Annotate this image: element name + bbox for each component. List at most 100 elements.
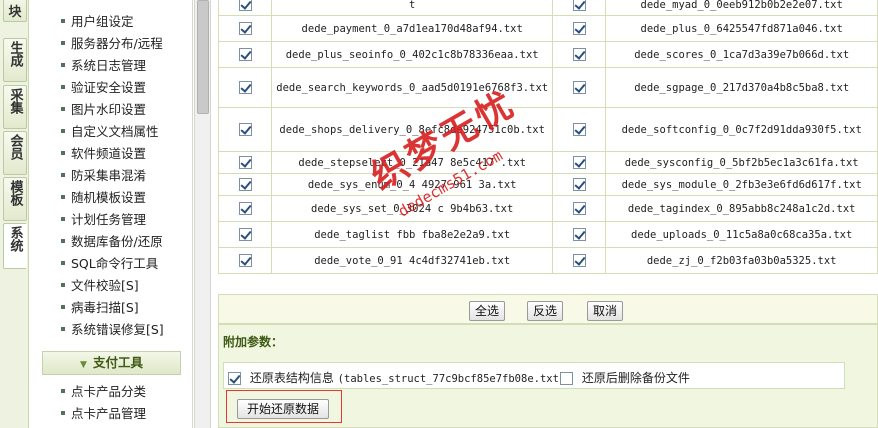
additional-params-title: 附加参数： bbox=[223, 335, 284, 349]
restore-struct-checkbox[interactable] bbox=[228, 372, 241, 385]
checkbox-cell bbox=[552, 107, 607, 152]
checkbox-cell bbox=[217, 67, 273, 108]
tab-generate-label: 生成 bbox=[7, 41, 23, 67]
checkbox-cell bbox=[217, 247, 273, 274]
menu-item-sql-tool[interactable]: SQL命令行工具 bbox=[61, 254, 158, 274]
bullet-icon bbox=[61, 62, 65, 67]
select-all-button[interactable]: 全选 bbox=[469, 301, 505, 321]
menu-item-verify-security[interactable]: 验证安全设置 bbox=[61, 78, 146, 98]
menu-item-card-manage[interactable]: 点卡产品管理 bbox=[61, 404, 146, 424]
table-row: dede_plus_seoinfo_0_402c1c8b78336eaa.txt… bbox=[217, 41, 878, 68]
side-menu: 用户组设定 服务器分布/远程 系统日志管理 验证安全设置 图片水印设置 自定义文… bbox=[30, 0, 193, 428]
start-restore-button[interactable]: 开始还原数据 bbox=[237, 399, 329, 419]
bullet-icon bbox=[61, 18, 65, 23]
file-checkbox[interactable] bbox=[238, 48, 252, 61]
file-checkbox[interactable] bbox=[238, 0, 252, 11]
tab-collect[interactable]: 采集 bbox=[3, 85, 27, 129]
menu-item-anti-collect[interactable]: 防采集串混淆 bbox=[61, 166, 146, 186]
file-name-cell: dede_scores_0_1ca7d3a39e7b066d.txt bbox=[605, 41, 878, 68]
additional-params-panel: 附加参数： 还原表结构信息 (tables_struct_77c9bcf85e7… bbox=[218, 324, 878, 428]
bullet-icon bbox=[61, 216, 65, 221]
cancel-selection-button[interactable]: 取消 bbox=[587, 301, 623, 321]
checkbox-cell bbox=[217, 221, 273, 248]
bullet-icon bbox=[61, 194, 65, 199]
tab-template-label: 模板 bbox=[7, 180, 23, 206]
bullet-icon bbox=[61, 40, 65, 45]
file-checkbox[interactable] bbox=[572, 202, 586, 215]
file-checkbox[interactable] bbox=[238, 202, 252, 215]
menu-item-random-template[interactable]: 随机模板设置 bbox=[61, 188, 146, 208]
checkbox-cell bbox=[552, 221, 607, 248]
checkbox-cell bbox=[217, 173, 273, 196]
file-checkbox[interactable] bbox=[572, 228, 586, 241]
file-checkbox[interactable] bbox=[572, 48, 586, 61]
tab-template[interactable]: 模板 bbox=[3, 177, 27, 221]
menu-section-payment-tools[interactable]: ▼ 支付工具 bbox=[42, 351, 181, 375]
tab-member[interactable]: 会员 bbox=[3, 131, 27, 175]
file-checkbox[interactable] bbox=[238, 81, 252, 94]
file-name-cell: dede_zj_0_f2b03fa03b0a5325.txt bbox=[605, 247, 878, 274]
selection-button-bar: 全选 反选 取消 bbox=[218, 294, 878, 324]
file-name-cell: dede_tagindex_0_895abb8c248a1c2d.txt bbox=[605, 195, 878, 222]
file-checkbox[interactable] bbox=[572, 178, 586, 191]
vertical-tab-bar: 块 生成 采集 会员 模板 系统 bbox=[0, 0, 29, 428]
restore-struct-option[interactable]: 还原表结构信息 (tables_struct_77c9bcf85e7fb08e.… bbox=[228, 369, 565, 386]
file-name-cell: dede_sys_module_0_2fb3e3e6fd6d617f.txt bbox=[605, 173, 878, 196]
table-row: dede_payment_0_a7d1ea170d48af94.txt dede_… bbox=[217, 15, 878, 42]
start-restore-highlight: 开始还原数据 bbox=[226, 390, 342, 423]
menu-item-virus-scan[interactable]: 病毒扫描[S] bbox=[61, 298, 139, 318]
checkbox-cell bbox=[552, 41, 607, 68]
menu-item-custom-attr[interactable]: 自定义文档属性 bbox=[61, 122, 159, 142]
file-checkbox[interactable] bbox=[238, 178, 252, 191]
file-checkbox[interactable] bbox=[572, 0, 586, 11]
bullet-icon bbox=[61, 326, 65, 331]
file-checkbox[interactable] bbox=[572, 156, 586, 169]
menu-item-error-repair[interactable]: 系统错误修复[S] bbox=[61, 320, 164, 340]
file-name-cell: dede_sgpage_0_217d370a4b8c5ba8.txt bbox=[605, 67, 878, 108]
scrollbar-thumb[interactable] bbox=[197, 0, 209, 114]
file-checkbox[interactable] bbox=[572, 254, 586, 267]
tab-collect-label: 采集 bbox=[7, 88, 23, 114]
menu-item-db-backup[interactable]: 数据库备份/还原 bbox=[61, 232, 163, 252]
menu-item-watermark[interactable]: 图片水印设置 bbox=[61, 100, 146, 120]
file-checkbox[interactable] bbox=[238, 228, 252, 241]
menu-item-usergroup[interactable]: 用户组设定 bbox=[61, 12, 134, 32]
menu-item-server-dist[interactable]: 服务器分布/远程 bbox=[61, 34, 163, 54]
table-row: dede_shops_delivery_0_8efc8de924751c0b.t… bbox=[217, 107, 878, 152]
tab-generate[interactable]: 生成 bbox=[3, 38, 27, 82]
bullet-icon bbox=[61, 128, 65, 133]
tab-block[interactable]: 块 bbox=[3, 0, 27, 22]
bullet-icon bbox=[61, 260, 65, 265]
delete-after-label: 还原后删除备份文件 bbox=[581, 371, 690, 385]
table-row: t dede_myad_0_0eeb912b0b2e2e07.txt bbox=[217, 0, 878, 16]
file-checkbox[interactable] bbox=[238, 22, 252, 35]
file-checkbox[interactable] bbox=[238, 123, 252, 136]
tab-system[interactable]: 系统 bbox=[3, 223, 27, 269]
restore-struct-label: 还原表结构信息 bbox=[249, 371, 334, 385]
file-name-cell: t bbox=[271, 0, 554, 16]
file-checkbox[interactable] bbox=[572, 22, 586, 35]
checkbox-cell bbox=[552, 247, 607, 274]
menu-item-syslog[interactable]: 系统日志管理 bbox=[61, 56, 146, 76]
file-checkbox[interactable] bbox=[572, 81, 586, 94]
checkbox-cell bbox=[552, 67, 607, 108]
checkbox-cell bbox=[217, 107, 273, 152]
tab-system-label: 系统 bbox=[7, 226, 23, 252]
menu-item-soft-channel[interactable]: 软件频道设置 bbox=[61, 144, 146, 164]
delete-after-option[interactable]: 还原后删除备份文件 bbox=[560, 369, 690, 386]
delete-after-checkbox[interactable] bbox=[560, 372, 573, 385]
checkbox-cell bbox=[552, 151, 607, 174]
checkbox-cell bbox=[552, 15, 607, 42]
backup-file-table: t dede_myad_0_0eeb912b0b2e2e07.txt dede_pa… bbox=[217, 0, 878, 274]
table-row: dede_sys_enum_0_4 4927 961 3a.txt dede_sy… bbox=[217, 173, 878, 196]
table-row: dede_stepselect_0_21a47 8e5c417 .txt dede… bbox=[217, 151, 878, 174]
file-checkbox[interactable] bbox=[238, 254, 252, 267]
menu-item-scheduled-tasks[interactable]: 计划任务管理 bbox=[61, 210, 146, 230]
menu-item-card-category[interactable]: 点卡产品分类 bbox=[61, 382, 146, 402]
menu-item-file-check[interactable]: 文件校验[S] bbox=[61, 276, 139, 296]
file-checkbox[interactable] bbox=[572, 123, 586, 136]
checkbox-cell bbox=[552, 173, 607, 196]
menu-scrollbar[interactable] bbox=[194, 0, 211, 428]
file-checkbox[interactable] bbox=[238, 156, 252, 169]
invert-selection-button[interactable]: 反选 bbox=[527, 301, 563, 321]
